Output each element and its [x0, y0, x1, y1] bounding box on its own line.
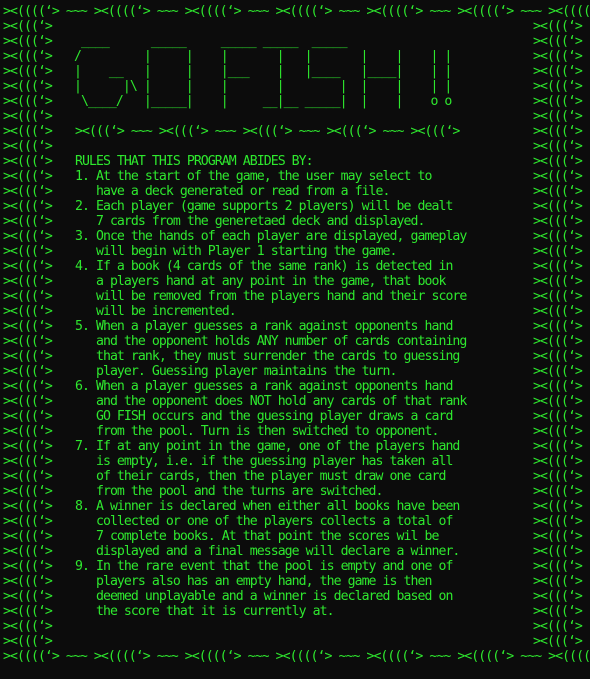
rule-item-5: 5. When a player guesses a rank against … [75, 319, 467, 379]
rules-title: RULES THAT THIS PROGRAM ABIDES BY: [75, 154, 314, 169]
rule-item-3: 3. Once the hands of each player are dis… [75, 229, 467, 259]
fish-border-left: ><(((‘> ><(((‘> ><(((‘> ><(((‘> ><(((‘> … [3, 19, 53, 649]
rule-item-6: 6. When a player guesses a rank against … [75, 379, 467, 439]
fish-border-bottom: ><((((‘> ~~~ ><((((‘> ~~~ ><((((‘> ~~~ >… [3, 649, 590, 664]
rule-item-2: 2. Each player (game supports 2 players)… [75, 199, 453, 229]
go-fish-banner: ____ _____ _____ _____ _____ / | | | | |… [73, 34, 452, 109]
terminal-window: ><((((‘> ~~~ ><((((‘> ~~~ ><((((‘> ~~~ >… [0, 0, 590, 679]
rule-item-1: 1. At the start of the game, the user ma… [75, 169, 432, 199]
fish-border-right: ><(((‘> ><(((‘> ><(((‘> ><(((‘> ><(((‘> … [533, 19, 583, 649]
rule-item-4: 4. If a book (4 cards of the same rank) … [75, 259, 467, 319]
rules-list: 1. At the start of the game, the user ma… [75, 169, 467, 619]
fish-divider: ><(((‘> ~~~ ><(((‘> ~~~ ><(((‘> ~~~ ><((… [75, 124, 460, 139]
rule-item-9: 9. In the rare event that the pool is em… [75, 559, 453, 619]
rule-item-8: 8. A winner is declared when either all … [75, 499, 460, 559]
rule-item-7: 7. If at any point in the game, one of t… [75, 439, 460, 499]
fish-border-top: ><((((‘> ~~~ ><((((‘> ~~~ ><((((‘> ~~~ >… [3, 4, 590, 19]
